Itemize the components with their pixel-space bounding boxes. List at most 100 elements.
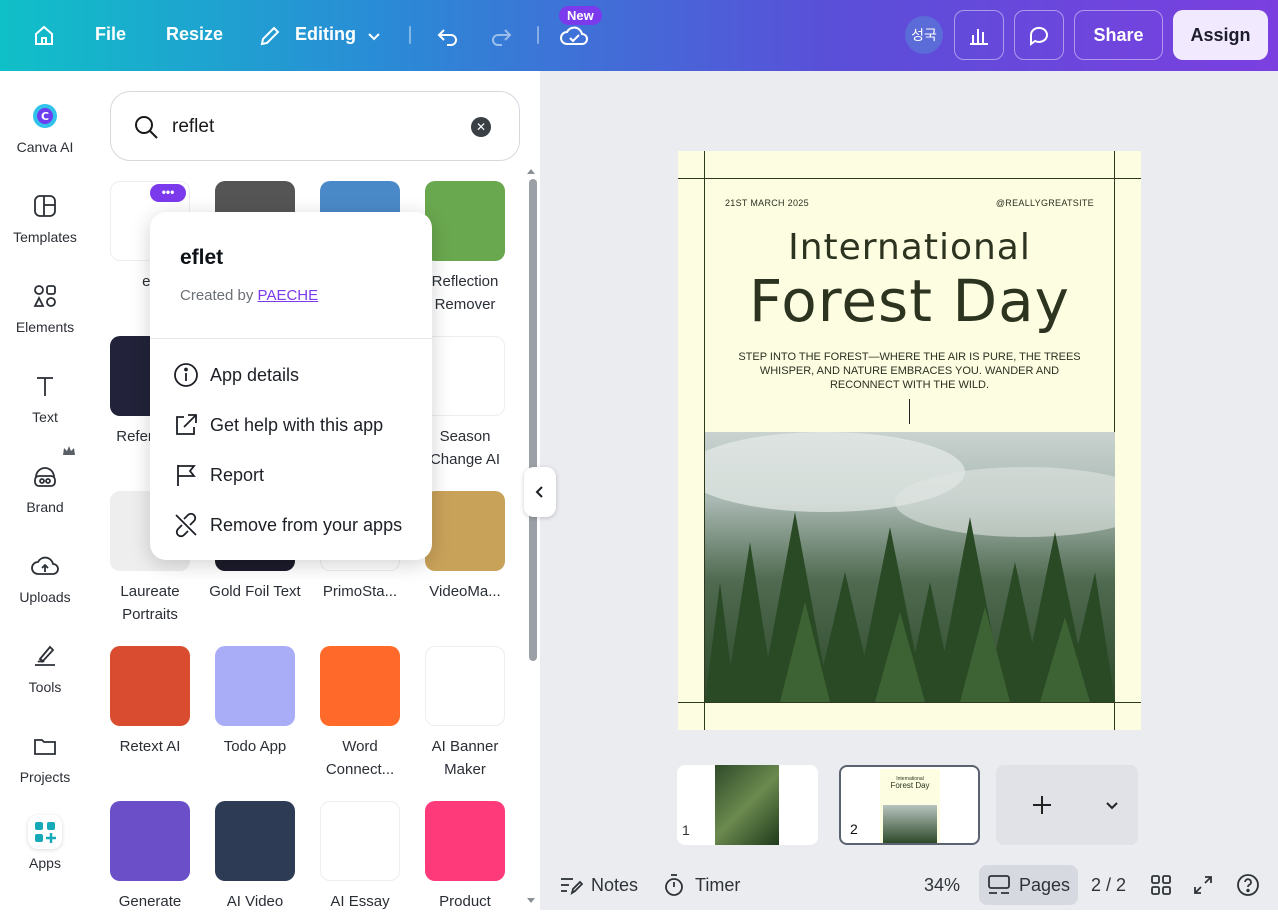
design-page[interactable]: 21ST MARCH 2025 @REALLYGREATSITE Interna… (678, 151, 1141, 730)
notes-button[interactable]: Notes (559, 862, 638, 908)
design-title-line-2[interactable]: Forest Day (678, 267, 1141, 335)
unlink-icon (172, 511, 200, 539)
elements-icon (28, 279, 62, 313)
page-1-number: 1 (682, 822, 690, 838)
design-date[interactable]: 21ST MARCH 2025 (725, 198, 809, 208)
fullscreen-button[interactable] (1192, 862, 1214, 908)
app-tile[interactable]: Word Connect... (320, 646, 400, 781)
rail-brand[interactable]: Brand (0, 459, 90, 515)
scroll-down-icon[interactable] (526, 897, 536, 905)
app-search-box[interactable]: reflet ✕ (110, 91, 520, 161)
page-thumbnail-1[interactable]: 1 (677, 765, 818, 845)
timer-button[interactable]: Timer (663, 862, 740, 908)
crown-icon (62, 444, 76, 462)
cloud-saved-icon[interactable] (559, 22, 589, 50)
rail-label: Templates (13, 229, 77, 245)
text-icon (28, 369, 62, 403)
author-link[interactable]: PAECHE (258, 287, 319, 304)
insights-button[interactable] (954, 10, 1004, 60)
plus-icon (1033, 796, 1051, 814)
menu-remove-app[interactable]: Remove from your apps (172, 510, 402, 540)
left-rail: C Canva AI Templates Elements Text Brand… (0, 71, 90, 910)
flag-icon (172, 461, 200, 489)
rail-uploads[interactable]: Uploads (0, 549, 90, 605)
user-avatar[interactable]: 성국 (905, 16, 943, 54)
pages-icon (988, 875, 1010, 894)
design-body-text[interactable]: STEP INTO THE FOREST—WHERE THE AIR IS PU… (738, 350, 1081, 392)
rail-apps[interactable]: Apps (0, 815, 90, 871)
scrollbar-thumb[interactable] (529, 179, 537, 661)
popup-divider (150, 338, 432, 339)
app-thumbnail (425, 801, 505, 881)
undo-icon[interactable] (434, 22, 462, 50)
app-thumbnail (320, 646, 400, 726)
menu-get-help[interactable]: Get help with this app (172, 410, 383, 440)
app-tile[interactable]: Product (425, 801, 505, 913)
app-tile[interactable]: Todo App (215, 646, 295, 758)
pages-label: Pages (1018, 874, 1071, 895)
app-tile[interactable]: Season Change AI (425, 336, 505, 471)
tools-icon (28, 639, 62, 673)
expand-icon (1194, 876, 1212, 894)
app-thumbnail (320, 801, 400, 881)
rail-text[interactable]: Text (0, 369, 90, 425)
rail-projects[interactable]: Projects (0, 729, 90, 785)
rail-label: Canva AI (16, 139, 74, 155)
clear-search-icon[interactable]: ✕ (471, 117, 491, 137)
scroll-up-icon[interactable] (526, 167, 536, 175)
menu-report[interactable]: Report (172, 460, 264, 490)
toolbar-divider (409, 26, 411, 44)
home-icon[interactable] (30, 22, 58, 50)
redo-icon[interactable] (487, 22, 515, 50)
app-name: Laureate Portraits (120, 583, 180, 623)
app-tile[interactable]: VideoMa... (425, 491, 505, 603)
file-menu[interactable]: File (95, 24, 126, 45)
menu-label: Report (210, 464, 265, 485)
chevron-down-icon[interactable] (1104, 797, 1120, 813)
rail-tools[interactable]: Tools (0, 639, 90, 695)
menu-app-details[interactable]: App details (172, 360, 299, 390)
zoom-level[interactable]: 34% (924, 862, 960, 908)
folder-icon (28, 729, 62, 763)
app-tile[interactable]: Generate (110, 801, 190, 913)
svg-text:C: C (41, 110, 49, 123)
info-icon (172, 361, 200, 389)
rail-canva-ai[interactable]: C Canva AI (0, 99, 90, 155)
brand-icon (28, 459, 62, 493)
app-tile[interactable]: Retext AI (110, 646, 190, 758)
chevron-down-icon[interactable] (364, 26, 384, 46)
app-thumbnail (425, 646, 505, 726)
app-thumbnail (110, 646, 190, 726)
editing-mode-menu[interactable]: Editing (295, 24, 356, 45)
pages-button[interactable]: Pages (979, 865, 1078, 905)
app-tile[interactable]: AI Banner Maker (425, 646, 505, 781)
share-button[interactable]: Share (1074, 10, 1163, 60)
page-thumbnail-2[interactable]: International Forest Day 2 (839, 765, 980, 845)
search-input[interactable]: reflet (172, 116, 214, 138)
more-options-button[interactable]: ••• (150, 184, 186, 202)
rail-elements[interactable]: Elements (0, 279, 90, 335)
resize-menu[interactable]: Resize (166, 24, 223, 45)
app-name: Gold Foil Text (209, 583, 301, 600)
rail-templates[interactable]: Templates (0, 189, 90, 245)
assign-button[interactable]: Assign (1173, 10, 1268, 60)
timer-icon (665, 874, 683, 896)
cloud-upload-icon (28, 549, 62, 583)
forest-photo[interactable] (705, 432, 1115, 702)
design-title-line-1[interactable]: International (678, 227, 1141, 268)
design-site[interactable]: @REALLYGREATSITE (996, 198, 1094, 208)
app-tile[interactable]: Reflection Remover (425, 181, 505, 316)
rail-label: Elements (15, 319, 75, 335)
collapse-panel-button[interactable] (524, 467, 556, 517)
add-page-button[interactable] (996, 765, 1138, 845)
grid-view-button[interactable] (1150, 862, 1172, 908)
notes-icon (561, 878, 583, 896)
help-button[interactable] (1236, 862, 1260, 908)
canva-ai-icon: C (28, 99, 62, 133)
app-tile[interactable]: AI Essay (320, 801, 400, 913)
rail-label: Apps (29, 855, 61, 871)
comments-button[interactable] (1014, 10, 1064, 60)
app-tile[interactable]: AI Video (215, 801, 295, 913)
app-name: Todo App (223, 738, 287, 755)
search-icon (133, 114, 159, 145)
